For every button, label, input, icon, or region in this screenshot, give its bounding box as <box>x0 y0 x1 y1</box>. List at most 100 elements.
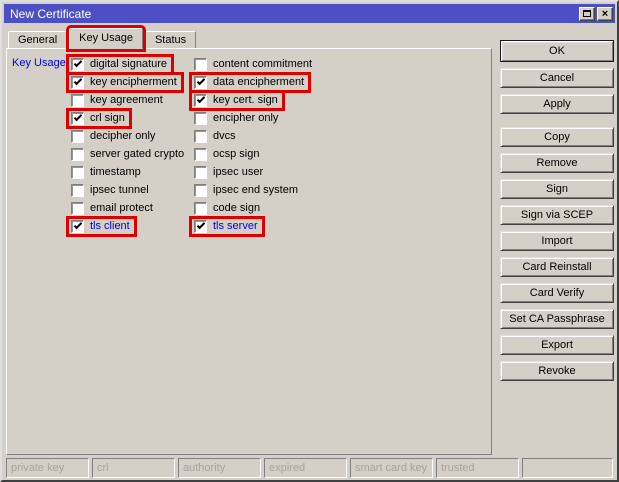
checkbox-label-data-encipherment[interactable]: data encipherment <box>213 76 304 88</box>
checkbox-crl-sign[interactable] <box>71 112 84 125</box>
checkbox-group-ipsec-end-system: ipsec end system <box>192 183 302 198</box>
checkbox-label-decipher-only[interactable]: decipher only <box>90 130 155 142</box>
checkbox-label-email-protect[interactable]: email protect <box>90 202 153 214</box>
checkbox-label-crl-sign[interactable]: crl sign <box>90 112 125 124</box>
window-title: New Certificate <box>10 7 579 21</box>
checkbox-label-dvcs[interactable]: dvcs <box>213 130 236 142</box>
close-icon: × <box>602 9 608 19</box>
checkbox-group-timestamp: timestamp <box>69 165 145 180</box>
checkmark-icon <box>196 95 204 103</box>
checkbox-row-key-agreement: key agreement <box>69 91 188 109</box>
checkbox-row-data-encipherment: data encipherment <box>192 73 316 91</box>
checkbox-label-encipher-only[interactable]: encipher only <box>213 112 278 124</box>
sign-button[interactable]: Sign <box>500 179 614 199</box>
checkbox-label-digital-signature[interactable]: digital signature <box>90 58 167 70</box>
tab-general[interactable]: General <box>8 31 67 49</box>
key-usage-tab-panel: Key Usage: digital signaturekey encipher… <box>6 48 492 455</box>
status-flag-private-key: private key <box>6 458 89 478</box>
checkbox-group-ipsec-user: ipsec user <box>192 165 267 180</box>
checkbox-row-encipher-only: encipher only <box>192 109 316 127</box>
checkbox-group-content-commitment: content commitment <box>192 57 316 72</box>
checkbox-key-agreement[interactable] <box>71 94 84 107</box>
status-flag-blank <box>522 458 613 478</box>
checkbox-label-ipsec-end-system[interactable]: ipsec end system <box>213 184 298 196</box>
checkbox-label-ipsec-tunnel[interactable]: ipsec tunnel <box>90 184 149 196</box>
key-usage-right-column: content commitment data encipherment key c… <box>192 55 316 235</box>
checkbox-key-encipherment[interactable] <box>71 76 84 89</box>
checkbox-tls-client[interactable] <box>71 220 84 233</box>
checkbox-label-tls-client[interactable]: tls client <box>90 220 130 232</box>
checkmark-icon <box>73 113 81 121</box>
checkbox-group-decipher-only: decipher only <box>69 129 159 144</box>
checkbox-tls-server[interactable] <box>194 220 207 233</box>
checkbox-decipher-only[interactable] <box>71 130 84 143</box>
checkbox-ipsec-user[interactable] <box>194 166 207 179</box>
checkbox-row-server-gated-crypto: server gated crypto <box>69 145 188 163</box>
set-ca-passphrase-button[interactable]: Set CA Passphrase <box>500 309 614 329</box>
checkbox-row-email-protect: email protect <box>69 199 188 217</box>
action-button-column: OK Cancel Apply Copy Remove Sign Sign via SCEP… <box>500 40 614 387</box>
checkbox-key-cert-sign[interactable] <box>194 94 207 107</box>
checkbox-ocsp-sign[interactable] <box>194 148 207 161</box>
checkbox-label-timestamp[interactable]: timestamp <box>90 166 141 178</box>
tab-key-usage[interactable]: Key Usage <box>69 28 143 49</box>
checkbox-label-key-agreement[interactable]: key agreement <box>90 94 163 106</box>
checkmark-icon <box>73 59 81 67</box>
checkbox-server-gated-crypto[interactable] <box>71 148 84 161</box>
checkmark-icon <box>73 221 81 229</box>
checkbox-label-ipsec-user[interactable]: ipsec user <box>213 166 263 178</box>
status-flag-crl: crl <box>92 458 175 478</box>
highlight-annotation-key-cert-sign: key cert. sign <box>192 93 282 108</box>
titlebar[interactable]: New Certificate × <box>4 4 615 23</box>
checkbox-dvcs[interactable] <box>194 130 207 143</box>
checkbox-digital-signature[interactable] <box>71 58 84 71</box>
checkbox-group-ipsec-tunnel: ipsec tunnel <box>69 183 153 198</box>
checkbox-label-ocsp-sign[interactable]: ocsp sign <box>213 148 259 160</box>
highlight-annotation-data-encipherment: data encipherment <box>192 75 308 90</box>
apply-button[interactable]: Apply <box>500 94 614 114</box>
checkbox-email-protect[interactable] <box>71 202 84 215</box>
checkbox-label-tls-server[interactable]: tls server <box>213 220 258 232</box>
tab-status[interactable]: Status <box>145 31 196 49</box>
checkbox-row-digital-signature: digital signature <box>69 55 188 73</box>
checkbox-data-encipherment[interactable] <box>194 76 207 89</box>
checkbox-group-encipher-only: encipher only <box>192 111 282 126</box>
checkbox-row-tls-server: tls server <box>192 217 316 235</box>
highlight-annotation-key-encipherment: key encipherment <box>69 75 181 90</box>
checkbox-row-ipsec-end-system: ipsec end system <box>192 181 316 199</box>
checkbox-label-code-sign[interactable]: code sign <box>213 202 260 214</box>
checkbox-group-code-sign: code sign <box>192 201 264 216</box>
copy-button[interactable]: Copy <box>500 127 614 147</box>
highlight-annotation-tls-server: tls server <box>192 219 262 234</box>
tab-strip: GeneralKey UsageStatus <box>8 29 198 49</box>
status-flag-expired: expired <box>264 458 347 478</box>
ok-button[interactable]: OK <box>500 40 614 62</box>
close-button[interactable]: × <box>597 7 613 21</box>
export-button[interactable]: Export <box>500 335 614 355</box>
checkbox-encipher-only[interactable] <box>194 112 207 125</box>
checkbox-row-ipsec-user: ipsec user <box>192 163 316 181</box>
highlight-annotation-digital-signature: digital signature <box>69 57 171 72</box>
card-reinstall-button[interactable]: Card Reinstall <box>500 257 614 277</box>
maximize-button[interactable] <box>579 7 595 21</box>
remove-button[interactable]: Remove <box>500 153 614 173</box>
checkbox-label-key-cert-sign[interactable]: key cert. sign <box>213 94 278 106</box>
checkbox-row-content-commitment: content commitment <box>192 55 316 73</box>
import-button[interactable]: Import <box>500 231 614 251</box>
checkbox-label-server-gated-crypto[interactable]: server gated crypto <box>90 148 184 160</box>
sign-via-scep-button[interactable]: Sign via SCEP <box>500 205 614 225</box>
checkbox-row-code-sign: code sign <box>192 199 316 217</box>
checkbox-code-sign[interactable] <box>194 202 207 215</box>
checkmark-icon <box>196 77 204 85</box>
cancel-button[interactable]: Cancel <box>500 68 614 88</box>
checkbox-ipsec-tunnel[interactable] <box>71 184 84 197</box>
checkbox-label-key-encipherment[interactable]: key encipherment <box>90 76 177 88</box>
checkmark-icon <box>196 221 204 229</box>
card-verify-button[interactable]: Card Verify <box>500 283 614 303</box>
checkbox-content-commitment[interactable] <box>194 58 207 71</box>
checkbox-label-content-commitment[interactable]: content commitment <box>213 58 312 70</box>
checkbox-row-key-cert-sign: key cert. sign <box>192 91 316 109</box>
revoke-button[interactable]: Revoke <box>500 361 614 381</box>
checkbox-ipsec-end-system[interactable] <box>194 184 207 197</box>
checkbox-timestamp[interactable] <box>71 166 84 179</box>
